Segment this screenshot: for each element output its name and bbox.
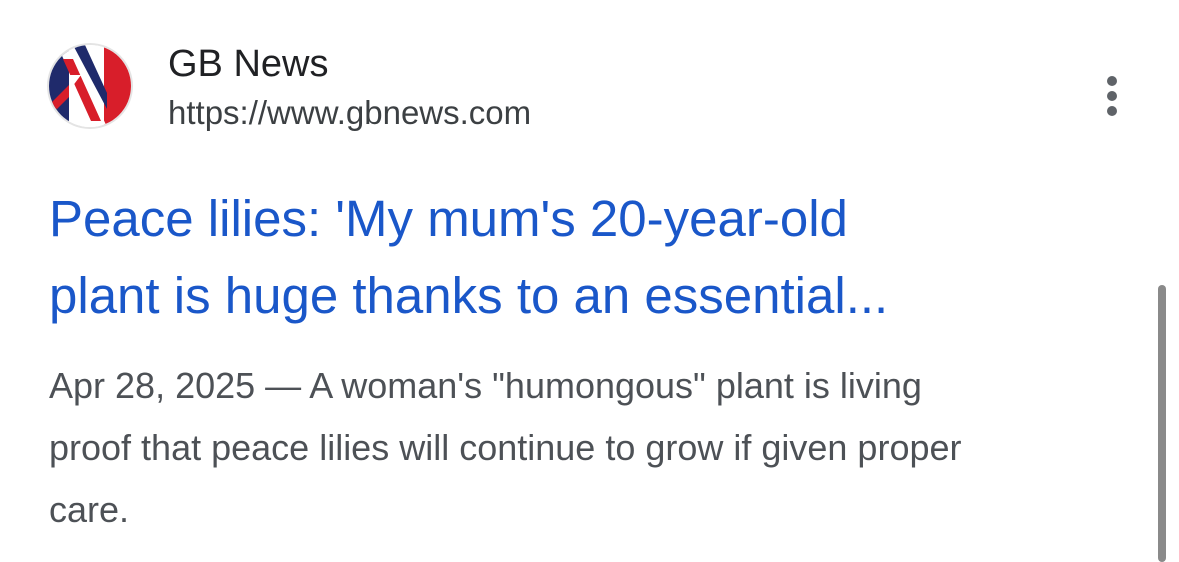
search-result: GB News https://www.gbnews.com Peace lil… (0, 0, 1179, 562)
result-title-line: plant is huge thanks to an essential... (49, 267, 889, 324)
site-name[interactable]: GB News (168, 40, 328, 88)
gb-news-logo-icon[interactable] (49, 45, 131, 127)
scrollbar[interactable] (1158, 285, 1166, 562)
result-title-line: Peace lilies: 'My mum's 20-year-old (49, 190, 848, 247)
result-snippet: Apr 28, 2025 — A woman's "humongous" pla… (49, 355, 1144, 541)
result-date: Apr 28, 2025 (49, 365, 256, 406)
date-separator: — (265, 365, 302, 406)
site-url[interactable]: https://www.gbnews.com (168, 92, 531, 134)
result-title-link[interactable]: Peace lilies: 'My mum's 20-year-old plan… (49, 180, 1089, 334)
snippet-line: Apr 28, 2025 — A woman's "humongous" pla… (49, 355, 1144, 417)
more-options-button[interactable] (1092, 68, 1136, 122)
snippet-line: care. (49, 489, 130, 530)
snippet-line: proof that peace lilies will continue to… (49, 427, 962, 468)
snippet-text: A woman's "humongous" plant is living (309, 365, 922, 406)
